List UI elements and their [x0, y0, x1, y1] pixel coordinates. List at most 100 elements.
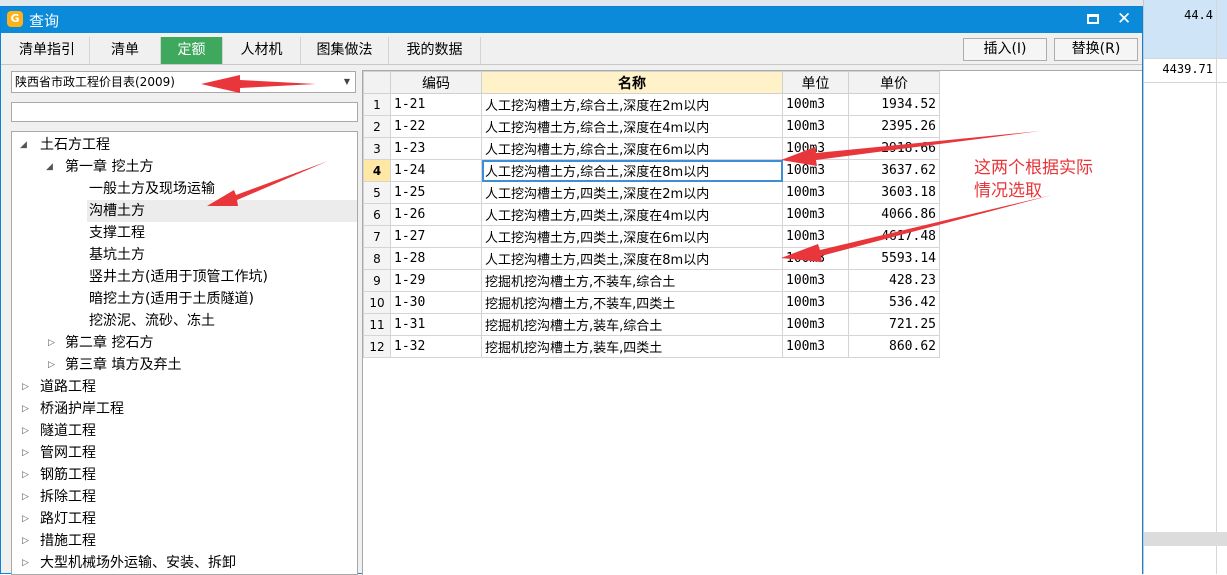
tree-node-pit-earthwork[interactable]: 基坑土方 — [89, 244, 145, 266]
code-cell[interactable]: 1-25 — [390, 181, 482, 204]
name-cell[interactable]: 挖掘机挖沟槽土方,不装车,综合土 — [481, 269, 783, 292]
collapsed-triangle-icon[interactable]: ▷ — [48, 332, 55, 354]
unit-cell[interactable]: 100m3 — [782, 269, 849, 292]
collapsed-triangle-icon[interactable]: ▷ — [22, 442, 29, 464]
code-column-header[interactable]: 编码 — [390, 71, 482, 94]
price-cell[interactable]: 721.25 — [848, 313, 940, 336]
price-cell[interactable]: 4066.86 — [848, 203, 940, 226]
row-number-cell[interactable]: 10 — [363, 291, 391, 314]
price-cell[interactable]: 1934.52 — [848, 93, 940, 116]
row-number-cell[interactable]: 4 — [363, 159, 391, 182]
code-cell[interactable]: 1-31 — [390, 313, 482, 336]
unit-cell[interactable]: 100m3 — [782, 203, 849, 226]
unit-cell[interactable]: 100m3 — [782, 225, 849, 248]
name-cell[interactable]: 挖掘机挖沟槽土方,装车,四类土 — [481, 335, 783, 358]
tree-node-general-earthwork[interactable]: 一般土方及现场运输 — [89, 178, 215, 200]
row-number-cell[interactable]: 7 — [363, 225, 391, 248]
name-cell[interactable]: 人工挖沟槽土方,综合土,深度在2m以内 — [481, 93, 783, 116]
collapsed-triangle-icon[interactable]: ▷ — [22, 376, 29, 398]
tab-atlas-method[interactable]: 图集做法 — [301, 37, 389, 64]
price-cell[interactable]: 2395.26 — [848, 115, 940, 138]
row-number-cell[interactable]: 6 — [363, 203, 391, 226]
code-cell[interactable]: 1-32 — [390, 335, 482, 358]
maximize-icon[interactable] — [1087, 14, 1099, 24]
code-cell[interactable]: 1-22 — [390, 115, 482, 138]
collapsed-triangle-icon[interactable]: ▷ — [22, 420, 29, 442]
tree-node-trench-earthwork[interactable]: 沟槽土方 — [87, 200, 357, 222]
code-cell[interactable]: 1-21 — [390, 93, 482, 116]
tree-node-support-works[interactable]: 支撑工程 — [89, 222, 145, 244]
price-cell[interactable]: 3603.18 — [848, 181, 940, 204]
unit-column-header[interactable]: 单位 — [782, 71, 849, 94]
name-column-header[interactable]: 名称 — [481, 71, 783, 94]
row-number-cell[interactable]: 11 — [363, 313, 391, 336]
table-row[interactable]: 9 1-29 挖掘机挖沟槽土方,不装车,综合土 100m3 428.23 — [363, 269, 940, 292]
unit-cell[interactable]: 100m3 — [782, 137, 849, 160]
price-cell[interactable]: 3637.62 — [848, 159, 940, 182]
table-row[interactable]: 6 1-26 人工挖沟槽土方,四类土,深度在4m以内 100m3 4066.86 — [363, 203, 940, 226]
tab-bill-guide[interactable]: 清单指引 — [5, 37, 90, 64]
name-cell[interactable]: 挖掘机挖沟槽土方,装车,综合土 — [481, 313, 783, 336]
unit-cell[interactable]: 100m3 — [782, 335, 849, 358]
table-row[interactable]: 7 1-27 人工挖沟槽土方,四类土,深度在6m以内 100m3 4617.48 — [363, 225, 940, 248]
row-number-cell[interactable]: 12 — [363, 335, 391, 358]
insert-button[interactable]: 插入(I) — [963, 38, 1047, 61]
tree-node-tunnel-earthwork[interactable]: 暗挖土方(适用于土质隧道) — [89, 288, 254, 310]
collapsed-triangle-icon[interactable]: ▷ — [22, 552, 29, 574]
tree-node-silt-sand-frozen[interactable]: 挖淤泥、流砂、冻土 — [89, 310, 215, 332]
library-select[interactable]: 陕西省市政工程价目表(2009) ▼ — [11, 71, 356, 93]
name-cell[interactable]: 人工挖沟槽土方,四类土,深度在6m以内 — [481, 225, 783, 248]
code-cell[interactable]: 1-28 — [390, 247, 482, 270]
collapsed-triangle-icon[interactable]: ▷ — [22, 464, 29, 486]
unit-cell[interactable]: 100m3 — [782, 181, 849, 204]
close-icon[interactable]: ✕ — [1117, 9, 1131, 29]
row-number-cell[interactable]: 1 — [363, 93, 391, 116]
price-cell[interactable]: 2918.66 — [848, 137, 940, 160]
price-cell[interactable]: 536.42 — [848, 291, 940, 314]
replace-button[interactable]: 替换(R) — [1054, 38, 1138, 61]
name-cell[interactable]: 人工挖沟槽土方,四类土,深度在2m以内 — [481, 181, 783, 204]
table-row[interactable]: 8 1-28 人工挖沟槽土方,四类土,深度在8m以内 100m3 5593.14 — [363, 247, 940, 270]
table-row[interactable]: 1 1-21 人工挖沟槽土方,综合土,深度在2m以内 100m3 1934.52 — [363, 93, 940, 116]
price-column-header[interactable]: 单价 — [848, 71, 940, 94]
name-cell[interactable]: 人工挖沟槽土方,四类土,深度在8m以内 — [481, 247, 783, 270]
collapsed-triangle-icon[interactable]: ▷ — [22, 508, 29, 530]
unit-cell[interactable]: 100m3 — [782, 115, 849, 138]
expanded-triangle-icon[interactable]: ◢ — [20, 134, 27, 156]
chevron-down-icon[interactable]: ▼ — [344, 72, 350, 92]
tree-filter-input[interactable] — [11, 102, 358, 122]
unit-cell[interactable]: 100m3 — [782, 93, 849, 116]
code-cell[interactable]: 1-23 — [390, 137, 482, 160]
title-bar[interactable]: G 查询 ✕ — [1, 7, 1142, 33]
code-cell[interactable]: 1-26 — [390, 203, 482, 226]
tab-labor-material-machine[interactable]: 人材机 — [223, 37, 301, 64]
code-cell[interactable]: 1-29 — [390, 269, 482, 292]
unit-cell[interactable]: 100m3 — [782, 247, 849, 270]
row-number-cell[interactable]: 8 — [363, 247, 391, 270]
tab-bill[interactable]: 清单 — [90, 37, 161, 64]
tab-quota[interactable]: 定额 — [161, 37, 223, 64]
table-row[interactable]: 2 1-22 人工挖沟槽土方,综合土,深度在4m以内 100m3 2395.26 — [363, 115, 940, 138]
unit-cell[interactable]: 100m3 — [782, 159, 849, 182]
row-number-cell[interactable]: 9 — [363, 269, 391, 292]
price-cell[interactable]: 4617.48 — [848, 225, 940, 248]
tab-my-data[interactable]: 我的数据 — [389, 37, 481, 64]
table-row[interactable]: 10 1-30 挖掘机挖沟槽土方,不装车,四类土 100m3 536.42 — [363, 291, 940, 314]
collapsed-triangle-icon[interactable]: ▷ — [22, 530, 29, 552]
code-cell[interactable]: 1-24 — [390, 159, 482, 182]
unit-cell[interactable]: 100m3 — [782, 291, 849, 314]
tree-node-shaft-earthwork[interactable]: 竖井土方(适用于顶管工作坑) — [89, 266, 268, 288]
table-row[interactable]: 12 1-32 挖掘机挖沟槽土方,装车,四类土 100m3 860.62 — [363, 335, 940, 358]
name-cell[interactable]: 人工挖沟槽土方,综合土,深度在8m以内 — [481, 159, 783, 182]
name-cell[interactable]: 人工挖沟槽土方,四类土,深度在4m以内 — [481, 203, 783, 226]
expanded-triangle-icon[interactable]: ◢ — [46, 156, 53, 178]
collapsed-triangle-icon[interactable]: ▷ — [22, 398, 29, 420]
name-cell[interactable]: 人工挖沟槽土方,综合土,深度在6m以内 — [481, 137, 783, 160]
unit-cell[interactable]: 100m3 — [782, 313, 849, 336]
price-cell[interactable]: 5593.14 — [848, 247, 940, 270]
background-scrollbar[interactable] — [1144, 532, 1227, 546]
price-cell[interactable]: 860.62 — [848, 335, 940, 358]
row-number-cell[interactable]: 5 — [363, 181, 391, 204]
name-cell[interactable]: 人工挖沟槽土方,综合土,深度在4m以内 — [481, 115, 783, 138]
price-cell[interactable]: 428.23 — [848, 269, 940, 292]
